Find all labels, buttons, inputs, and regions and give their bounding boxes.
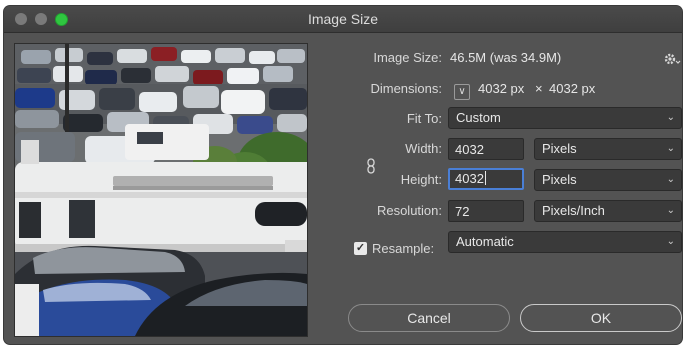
dimensions-height: 4032 px (549, 81, 596, 96)
gear-icon[interactable] (664, 52, 682, 69)
height-label: Height: (400, 172, 442, 187)
dimensions-units-toggle[interactable]: ∨ (454, 84, 470, 100)
cancel-button[interactable]: Cancel (348, 304, 510, 332)
width-input[interactable]: 4032 (448, 138, 524, 160)
height-unit-select[interactable]: Pixels ⌄ (534, 169, 682, 191)
resolution-input[interactable]: 72 (448, 200, 524, 222)
chevron-down-icon: ⌄ (666, 174, 675, 185)
dimensions-label: Dimensions: (370, 81, 442, 96)
height-unit-value: Pixels (542, 172, 577, 187)
height-input-value: 4032 (455, 171, 484, 186)
fit-to-value: Custom (456, 110, 501, 125)
dimensions-width: 4032 px (478, 81, 525, 96)
resolution-label: Resolution: (376, 203, 442, 218)
image-size-value: 46.5M (was 34.9M) (450, 50, 562, 65)
image-preview[interactable] (14, 43, 308, 337)
chevron-down-icon: ⌄ (666, 143, 675, 154)
dimensions-times: × (535, 81, 543, 96)
resample-method-select[interactable]: Automatic ⌄ (448, 231, 682, 253)
text-caret (484, 171, 486, 185)
width-unit-value: Pixels (542, 141, 577, 156)
resolution-unit-value: Pixels/Inch (542, 203, 605, 218)
chevron-down-icon: ⌄ (666, 205, 675, 216)
window-title: Image Size (307, 11, 379, 27)
ok-button[interactable]: OK (520, 304, 682, 332)
gear-icon-svg (664, 53, 681, 65)
chevron-down-icon: ⌄ (666, 112, 675, 123)
fit-to-select[interactable]: Custom ⌄ (448, 107, 682, 129)
title-bar: Image Size (4, 6, 682, 33)
image-size-label: Image Size: (373, 50, 442, 65)
width-label: Width: (405, 141, 442, 156)
chevron-down-icon: ∨ (458, 86, 466, 97)
resample-checkbox[interactable]: ✓ (354, 242, 367, 255)
resolution-unit-select[interactable]: Pixels/Inch ⌄ (534, 200, 682, 222)
width-unit-select[interactable]: Pixels ⌄ (534, 138, 682, 160)
image-size-dialog: Image Size Image Size: 46.5M (was 34.9M)… (4, 6, 682, 344)
fit-to-label: Fit To: (406, 111, 442, 126)
resample-method-value: Automatic (456, 234, 514, 249)
resample-label: Resample: (372, 241, 435, 256)
parking-lot-photo (15, 44, 307, 336)
height-input[interactable]: 4032 (448, 168, 524, 190)
chevron-down-icon: ⌄ (666, 236, 675, 247)
